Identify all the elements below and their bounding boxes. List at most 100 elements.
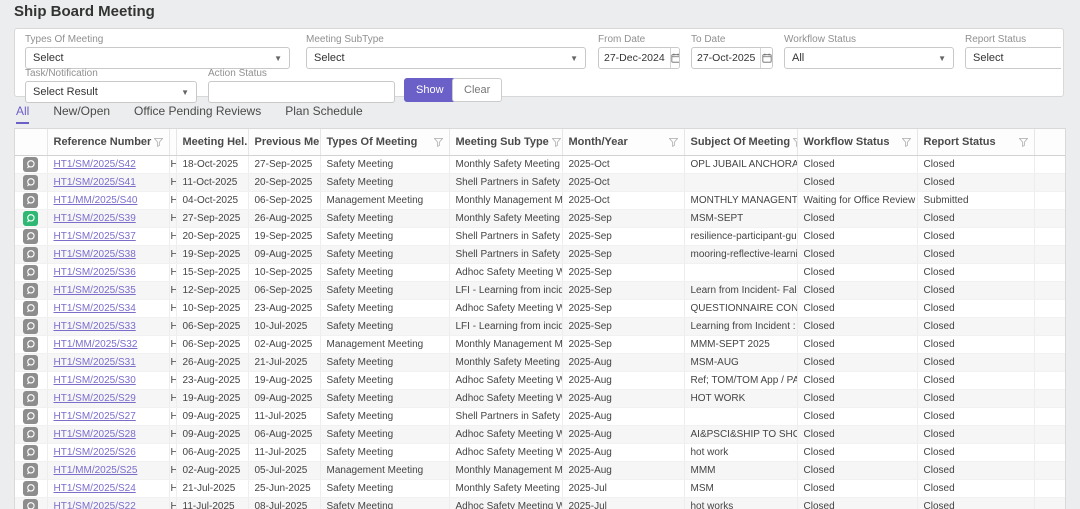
clipped-column-cell: H [169,372,176,390]
previous-meeting-cell: 21-Jul-2025 [248,354,320,372]
meeting-subtype-cell: Shell Partners in Safety meet... [449,408,562,426]
report-status-cell: Closed [917,336,1034,354]
clipped-column-cell: H [169,210,176,228]
subject-cell: Ref; TOM/TOM App / PAL PMS [684,372,797,390]
speech-bubble-icon[interactable] [23,463,38,478]
speech-bubble-icon[interactable] [23,445,38,460]
calendar-icon[interactable] [760,48,772,68]
table-row: HT1/SM/2025/S27H09-Aug-202511-Jul-2025Sa… [15,408,1066,426]
reference-cell: HT1/SM/2025/S26 [47,444,169,462]
reference-link[interactable]: HT1/SM/2025/S22 [54,501,136,509]
reference-link[interactable]: HT1/SM/2025/S31 [54,357,136,368]
speech-bubble-icon[interactable] [23,373,38,388]
clear-button[interactable]: Clear [452,78,502,102]
meeting-subtype-cell: Monthly Safety Meeting [449,480,562,498]
meeting-subtype-cell: Adhoc Safety Meeting Work r... [449,444,562,462]
month-year-cell: 2025-Aug [562,444,684,462]
speech-bubble-icon[interactable] [23,319,38,334]
clipped-column-cell: H [169,498,176,509]
reference-link[interactable]: HT1/SM/2025/S34 [54,303,136,314]
column-header-meeting-sub-type[interactable]: Meeting Sub Type [449,129,562,156]
record-icon-cell [15,354,47,372]
to-date-input[interactable]: 27-Oct-2025 [691,47,773,69]
speech-bubble-icon[interactable] [23,301,38,316]
workflow-status-cell: Closed [797,408,917,426]
reference-link[interactable]: HT1/SM/2025/S35 [54,285,136,296]
speech-bubble-icon[interactable] [23,211,38,226]
speech-bubble-icon[interactable] [23,193,38,208]
column-header-report-status[interactable]: Report Status [917,129,1034,156]
column-header-subject-of-meeting[interactable]: Subject Of Meeting [684,129,797,156]
filler-cell [1034,408,1066,426]
meeting-held-cell: 26-Aug-2025 [176,354,248,372]
reference-link[interactable]: HT1/SM/2025/S42 [54,159,136,170]
reference-link[interactable]: HT1/SM/2025/S37 [54,231,136,242]
column-header-month-year[interactable]: Month/Year [562,129,684,156]
report-status-select[interactable]: Select [965,47,1061,69]
column-header-meeting-hel-[interactable]: Meeting Hel... [176,129,248,156]
speech-bubble-icon[interactable] [23,427,38,442]
reference-link[interactable]: HT1/SM/2025/S39 [54,213,136,224]
types-of-meeting-select[interactable]: Select ▼ [25,47,290,69]
reference-link[interactable]: HT1/SM/2025/S33 [54,321,136,332]
speech-bubble-icon[interactable] [23,409,38,424]
reference-link[interactable]: HT1/SM/2025/S29 [54,393,136,404]
speech-bubble-icon[interactable] [23,157,38,172]
report-status-label: Report Status [965,34,1061,45]
workflow-status-select[interactable]: All ▼ [784,47,954,69]
month-year-cell: 2025-Sep [562,228,684,246]
speech-bubble-icon[interactable] [23,283,38,298]
reference-link[interactable]: HT1/SM/2025/S27 [54,411,136,422]
reference-link[interactable]: HT1/SM/2025/S30 [54,375,136,386]
report-status-cell: Closed [917,246,1034,264]
calendar-icon[interactable] [670,48,680,68]
reference-link[interactable]: HT1/SM/2025/S26 [54,447,136,458]
tab-all[interactable]: All [16,104,29,124]
reference-link[interactable]: HT1/MM/2025/S32 [54,339,138,350]
reference-link[interactable]: HT1/SM/2025/S41 [54,177,136,188]
meeting-held-cell: 06-Sep-2025 [176,318,248,336]
speech-bubble-icon[interactable] [23,355,38,370]
tab-new-open[interactable]: New/Open [53,104,110,124]
speech-bubble-icon[interactable] [23,229,38,244]
reference-link[interactable]: HT1/MM/2025/S25 [54,465,138,476]
meeting-subtype-value: Select [314,52,345,64]
column-header-reference-number[interactable]: Reference Number [47,129,169,156]
speech-bubble-icon[interactable] [23,247,38,262]
speech-bubble-icon[interactable] [23,391,38,406]
meeting-held-cell: 11-Jul-2025 [176,498,248,509]
column-header-previous-me-[interactable]: Previous Me... [248,129,320,156]
from-date-input[interactable]: 27-Dec-2024 [598,47,680,69]
filler-cell [1034,228,1066,246]
column-header-workflow-status[interactable]: Workflow Status [797,129,917,156]
report-status-cell: Closed [917,390,1034,408]
action-status-input[interactable] [208,81,395,103]
previous-meeting-cell: 20-Sep-2025 [248,174,320,192]
speech-bubble-icon[interactable] [23,175,38,190]
speech-bubble-icon[interactable] [23,481,38,496]
speech-bubble-icon[interactable] [23,337,38,352]
meeting-type-cell: Safety Meeting [320,444,449,462]
task-notification-select[interactable]: Select Result ▼ [25,81,197,103]
reference-link[interactable]: HT1/SM/2025/S24 [54,483,136,494]
reference-cell: HT1/SM/2025/S37 [47,228,169,246]
speech-bubble-icon[interactable] [23,265,38,280]
tab-office-pending-reviews[interactable]: Office Pending Reviews [134,104,261,124]
reference-link[interactable]: HT1/SM/2025/S28 [54,429,136,440]
meeting-subtype-select[interactable]: Select ▼ [306,47,586,69]
reference-link[interactable]: HT1/SM/2025/S36 [54,267,136,278]
tab-plan-schedule[interactable]: Plan Schedule [285,104,362,124]
meetings-table: Reference Number Meeting Hel...Previous M… [14,128,1066,509]
meeting-subtype-cell: Adhoc Safety Meeting Work r... [449,264,562,282]
workflow-status-cell: Closed [797,300,917,318]
month-year-cell: 2025-Oct [562,192,684,210]
table-row: HT1/SM/2025/S38H19-Sep-202509-Aug-2025Sa… [15,246,1066,264]
reference-link[interactable]: HT1/SM/2025/S38 [54,249,136,260]
show-button[interactable]: Show [404,78,456,102]
column-header-types-of-meeting[interactable]: Types Of Meeting [320,129,449,156]
previous-meeting-cell: 06-Sep-2025 [248,192,320,210]
action-status-label: Action Status [208,68,395,79]
reference-cell: HT1/SM/2025/S31 [47,354,169,372]
speech-bubble-icon[interactable] [23,499,38,509]
reference-link[interactable]: HT1/MM/2025/S40 [54,195,138,206]
